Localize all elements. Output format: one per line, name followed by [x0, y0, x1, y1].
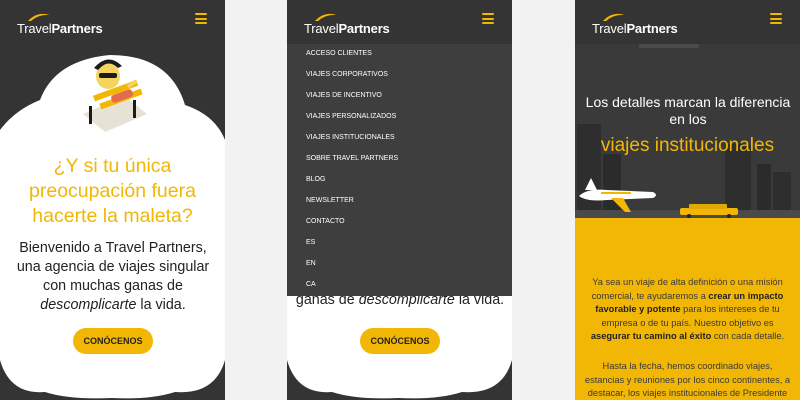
info-paragraph-1: Ya sea un viaje de alta definición o una… — [584, 276, 791, 344]
menu-item-contact[interactable]: CONTACTO — [306, 218, 345, 225]
mobile-screen-home: TravelPartners ¿Y si tu única preocupaci… — [0, 0, 225, 400]
text-emphasis: asegurar tu camino al éxito — [590, 331, 712, 341]
logo-text-light: Travel — [592, 21, 627, 36]
menu-item-about[interactable]: SOBRE TRAVEL PARTNERS — [306, 155, 398, 162]
mobile-screen-institutional: TravelPartners Los detalles marcan la di… — [575, 0, 800, 400]
discover-button[interactable]: CONÓCENOS — [360, 328, 440, 354]
top-bar: TravelPartners — [0, 0, 225, 44]
discover-button[interactable]: CONÓCENOS — [73, 328, 153, 354]
hamburger-menu-icon[interactable] — [770, 13, 782, 24]
top-bar: TravelPartners — [287, 0, 512, 44]
logo-text-light: Travel — [17, 21, 52, 36]
logo[interactable]: TravelPartners — [592, 12, 692, 38]
logo-text-bold: Partners — [51, 21, 103, 36]
hero-text-emphasis: descomplicarte — [40, 297, 137, 313]
airplane-illustration — [579, 178, 656, 212]
menu-item-incentive-travel[interactable]: VIAJES DE INCENTIVO — [306, 92, 382, 99]
hero-description: Bienvenido a Travel Partners, una agenci… — [8, 239, 218, 315]
hamburger-menu-icon[interactable] — [482, 13, 494, 24]
menu-item-personalized-travel[interactable]: VIAJES PERSONALIZADOS — [306, 113, 396, 120]
logo-text-bold: Partners — [338, 21, 390, 36]
relaxing-traveler-illustration — [83, 59, 147, 132]
hamburger-menu-icon[interactable] — [195, 13, 207, 24]
hero-text-part: Bienvenido a Travel Partners, una agenci… — [16, 240, 210, 294]
hero-text-part: la vida. — [136, 297, 186, 313]
menu-item-lang-ca[interactable]: CA — [306, 281, 316, 288]
text-part: con cada detalle. — [711, 331, 785, 341]
limousine-illustration — [680, 204, 738, 218]
info-paragraph-2: Hasta la fecha, hemos coordinado viajes,… — [584, 361, 791, 398]
navigation-menu: ACCESO CLIENTES VIAJES CORPORATIVOS VIAJ… — [287, 44, 512, 296]
menu-item-institutional-travel[interactable]: VIAJES INSTITUCIONALES — [306, 134, 395, 141]
menu-item-client-access[interactable]: ACCESO CLIENTES — [306, 50, 372, 57]
menu-item-corporate-travel[interactable]: VIAJES CORPORATIVOS — [306, 71, 388, 78]
logo-text-bold: Partners — [626, 21, 678, 36]
section-highlight: viajes institucionales — [600, 135, 775, 156]
hero-title: ¿Y si tu única preocupación fuera hacert… — [29, 155, 196, 227]
menu-item-lang-es[interactable]: ES — [306, 239, 315, 246]
menu-item-newsletter[interactable]: NEWSLETTER — [306, 197, 354, 204]
section-heading: Los detalles marcan la diferencia en los — [585, 94, 791, 127]
logo-text-light: Travel — [304, 21, 339, 36]
menu-item-lang-en[interactable]: EN — [306, 260, 316, 267]
top-bar: TravelPartners — [575, 0, 800, 44]
menu-item-blog[interactable]: BLOG — [306, 176, 325, 183]
mobile-screen-menu-open: TravelPartners ganas de descomplicarte l… — [287, 0, 512, 400]
logo[interactable]: TravelPartners — [17, 12, 117, 38]
logo[interactable]: TravelPartners — [304, 12, 404, 38]
